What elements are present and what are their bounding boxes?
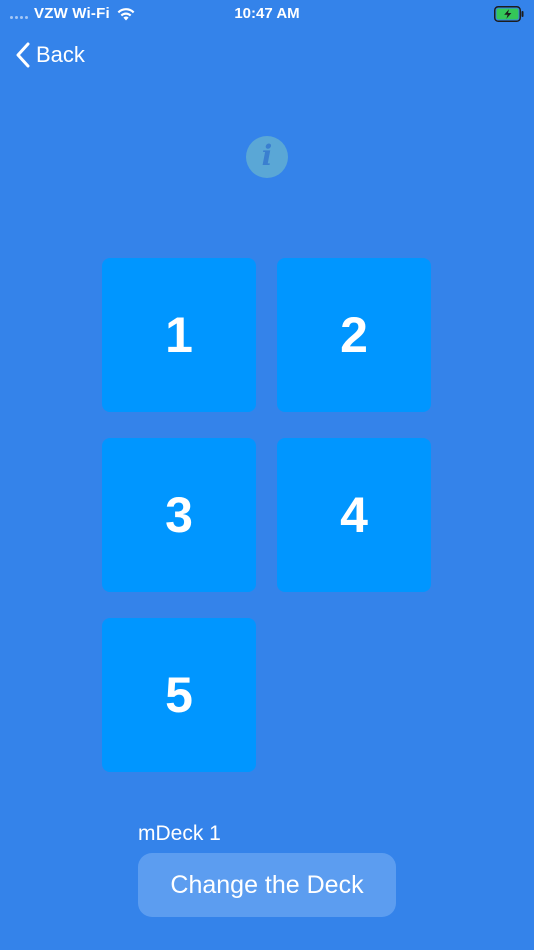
info-icon: i xyxy=(261,139,273,172)
tile-2[interactable]: 2 xyxy=(277,258,431,412)
back-label: Back xyxy=(36,42,85,67)
battery-charging-icon xyxy=(494,6,524,22)
tile-5[interactable]: 5 xyxy=(102,618,256,772)
change-deck-button[interactable]: Change the Deck xyxy=(138,853,396,917)
tile-4[interactable]: 4 xyxy=(277,438,431,592)
info-button[interactable]: i xyxy=(246,136,288,178)
tile-3[interactable]: 3 xyxy=(102,438,256,592)
back-button[interactable]: Back xyxy=(16,40,85,70)
chevron-left-icon xyxy=(16,42,30,68)
status-bar: VZW Wi-Fi 10:47 AM xyxy=(0,0,534,30)
deck-name-label: mDeck 1 xyxy=(138,822,221,845)
status-time: 10:47 AM xyxy=(234,5,300,22)
tile-1[interactable]: 1 xyxy=(102,258,256,412)
